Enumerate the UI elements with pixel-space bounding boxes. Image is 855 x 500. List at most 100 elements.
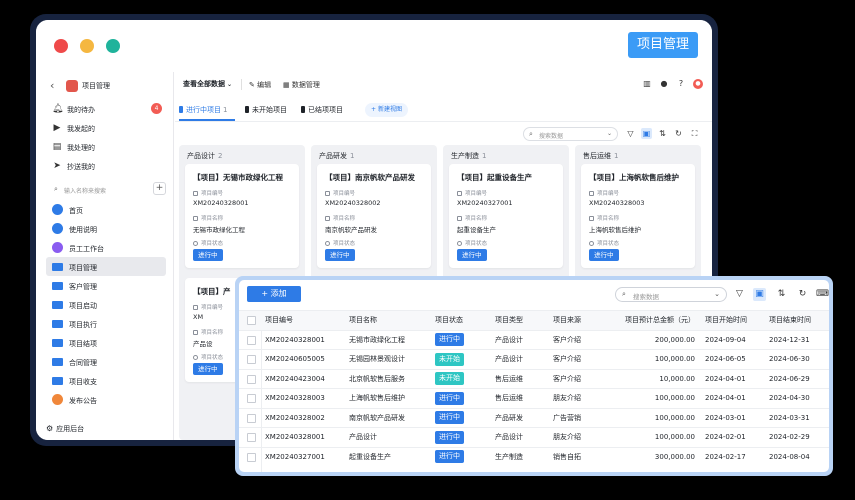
tab-label: 进行中项目 bbox=[186, 106, 221, 114]
status-cell: 进行中 bbox=[435, 409, 491, 428]
refresh-icon[interactable]: ↻ bbox=[796, 288, 809, 301]
table-cell: 100,000.00 bbox=[654, 355, 695, 363]
column-header: 售后运维 1 bbox=[583, 151, 618, 161]
select-all-checkbox[interactable] bbox=[247, 316, 256, 325]
table-row[interactable]: XM20240327001 起重设备生产 进行中 生产制造 销售自拓 300,000.00… bbox=[239, 446, 829, 467]
table-row[interactable]: XM20240605005 无锡园林景观设计 未开始 产品设计 客户介绍 100,000.… bbox=[239, 349, 829, 369]
checkbox-cell bbox=[239, 350, 261, 369]
tab-not-started[interactable]: 未开始项目 bbox=[245, 105, 287, 115]
search-icon: ⌕ bbox=[529, 130, 533, 138]
app-logo-icon bbox=[66, 80, 78, 92]
sidebar-item-project-execution[interactable]: 项目执行 bbox=[46, 314, 166, 333]
card-field-label: 项目状态 bbox=[589, 239, 619, 247]
back-arrow-icon[interactable]: ‹ bbox=[50, 79, 54, 92]
project-card[interactable]: 【项目】上海帆软售后维护 项目编号 XM20240328003 项目名称 上海帆… bbox=[581, 164, 695, 268]
table-cell: 100,000.00 bbox=[654, 433, 695, 441]
table-cell: XM20240328001 bbox=[265, 335, 325, 344]
app-backend-link[interactable]: ⚙ 应用后台 bbox=[46, 424, 84, 434]
table-cell: 朋友介绍 bbox=[553, 394, 581, 402]
table-row[interactable]: XM20240328003 上海帆软售后维护 进行中 售后运维 朋友介绍 100,000.… bbox=[239, 388, 829, 408]
card-field-label: 项目状态 bbox=[193, 353, 223, 361]
tab-in-progress[interactable]: 进行中项目 1 bbox=[179, 105, 227, 115]
row-checkbox[interactable] bbox=[247, 374, 256, 384]
table-cell: 朋友介绍 bbox=[553, 433, 581, 441]
table-cell: 2024-08-04 bbox=[769, 452, 810, 461]
table-row[interactable]: XM20240328001 产品设计 进行中 产品设计 朋友介绍 100,000.00 20… bbox=[239, 427, 829, 447]
column-header: 项目开始时间 bbox=[705, 316, 747, 324]
sidebar-item-home[interactable]: 首页 bbox=[46, 200, 166, 219]
sidebar-item-finance[interactable]: 项目收支 bbox=[46, 371, 166, 390]
card-field-label: 项目名称 bbox=[589, 214, 619, 222]
sidebar-item-initiated[interactable]: ▶ 我发起的 bbox=[36, 119, 174, 137]
column-header: 项目状态 bbox=[435, 316, 463, 324]
field-label: 项目名称 bbox=[597, 216, 620, 222]
sidebar-item-instructions[interactable]: 使用说明 bbox=[46, 219, 166, 238]
tab-label: 已结项项目 bbox=[308, 106, 343, 114]
add-record-button[interactable]: + 添加 bbox=[247, 286, 301, 302]
row-checkbox[interactable] bbox=[247, 433, 256, 442]
project-card[interactable]: 【项目】南京帆软产品研发 项目编号 XM20240328002 项目名称 南京帆… bbox=[317, 164, 431, 268]
column-header: 项目结束时间 bbox=[769, 316, 811, 324]
table-cell: 上海帆软售后维护 bbox=[349, 394, 405, 402]
folder-icon bbox=[52, 339, 63, 347]
field-label: 项目状态 bbox=[597, 241, 620, 247]
kanban-search-input[interactable]: ⌕ 搜索数据 ⌄ bbox=[523, 127, 618, 141]
view-select-dropdown[interactable]: 查看全部数据 ⌄ bbox=[183, 79, 232, 89]
sidebar-item-cc[interactable]: ➤ 抄送我的 bbox=[36, 157, 174, 175]
sidebar-item-contracts[interactable]: 合同管理 bbox=[46, 352, 166, 371]
view-settings-icon[interactable]: ▣ bbox=[641, 128, 652, 139]
close-window-button[interactable] bbox=[54, 39, 68, 53]
sidebar-item-project-closure[interactable]: 项目结项 bbox=[46, 333, 166, 352]
sidebar-search-input[interactable]: ⌕ 输入名称来搜索 bbox=[50, 183, 150, 197]
view-settings-icon[interactable]: ▣ bbox=[753, 288, 766, 301]
help-icon[interactable]: ? bbox=[676, 79, 686, 89]
field-label: 项目编号 bbox=[333, 191, 356, 197]
row-checkbox[interactable] bbox=[247, 335, 256, 345]
minimize-window-button[interactable] bbox=[80, 39, 94, 53]
table-search-input[interactable]: ⌕ 搜索数据 ⌄ bbox=[615, 287, 727, 302]
field-label: 项目状态 bbox=[465, 241, 488, 247]
sidebar-item-label: 合同管理 bbox=[69, 359, 97, 367]
table-cell: 广告营销 bbox=[553, 413, 581, 422]
sidebar-item-workbench[interactable]: 员工工作台 bbox=[46, 238, 166, 257]
book-icon[interactable]: ▥ bbox=[642, 79, 652, 89]
edit-button[interactable]: ✎ 编辑 bbox=[249, 80, 271, 90]
tab-closed[interactable]: 已结项项目 bbox=[301, 105, 343, 115]
filter-icon[interactable]: ▽ bbox=[733, 288, 746, 301]
filter-icon[interactable]: ▽ bbox=[625, 128, 636, 139]
row-checkbox[interactable] bbox=[247, 413, 256, 423]
keyboard-icon[interactable]: ⌨ bbox=[816, 288, 829, 301]
field-label: 项目名称 bbox=[333, 216, 356, 222]
row-checkbox[interactable] bbox=[247, 394, 256, 403]
column-title: 生产制造 bbox=[451, 152, 479, 160]
table-row[interactable]: XM20240328001 无锡市政绿化工程 进行中 产品设计 客户介绍 200,000.… bbox=[239, 329, 829, 350]
sidebar-item-my-todo[interactable]: 🔔︎ 我的待办 4 bbox=[36, 100, 174, 118]
row-checkbox[interactable] bbox=[247, 355, 256, 364]
edit-label: 编辑 bbox=[257, 81, 272, 89]
project-card[interactable]: 【项目】起重设备生产 项目编号 XM20240327001 项目名称 起重设备生… bbox=[449, 164, 563, 268]
sidebar-item-customers[interactable]: 客户管理 bbox=[46, 276, 166, 295]
row-checkbox[interactable] bbox=[247, 452, 256, 462]
notification-bell-icon[interactable]: ● bbox=[659, 79, 669, 89]
fullscreen-icon[interactable]: ⛶ bbox=[689, 128, 700, 139]
table-row[interactable]: XM20240328002 南京帆软产品研发 进行中 产品研发 广告营销 100,000.… bbox=[239, 407, 829, 428]
new-view-button[interactable]: + 新建视图 bbox=[365, 103, 408, 117]
add-menu-button[interactable]: + bbox=[153, 182, 166, 195]
data-management-button[interactable]: ▦ 数据管理 bbox=[283, 80, 320, 90]
status-badge: 进行中 bbox=[435, 450, 464, 463]
sidebar-item-project-management[interactable]: 项目管理 bbox=[46, 257, 166, 276]
sort-icon[interactable]: ⇅ bbox=[775, 288, 788, 301]
project-name: 南京帆软产品研发 bbox=[325, 226, 377, 234]
project-card[interactable]: 【项目】无锡市政绿化工程 项目编号 XM20240328001 项目名称 无锡市… bbox=[185, 164, 299, 268]
user-avatar[interactable]: ● bbox=[693, 79, 703, 89]
maximize-window-button[interactable] bbox=[106, 39, 120, 53]
refresh-icon[interactable]: ↻ bbox=[673, 128, 684, 139]
field-icon bbox=[193, 330, 198, 335]
table-cell: 2024-06-30 bbox=[769, 355, 810, 363]
table-row[interactable]: XM20240423004 北京帆软售后服务 未开始 售后运维 客户介绍 10,000.0… bbox=[239, 368, 829, 389]
info-icon bbox=[52, 223, 63, 234]
sort-icon[interactable]: ⇅ bbox=[657, 128, 668, 139]
sidebar-item-handled[interactable]: ▤ 我处理的 bbox=[36, 138, 174, 156]
sidebar-item-project-start[interactable]: 项目启动 bbox=[46, 295, 166, 314]
sidebar-item-announcements[interactable]: 发布公告 bbox=[46, 390, 166, 409]
